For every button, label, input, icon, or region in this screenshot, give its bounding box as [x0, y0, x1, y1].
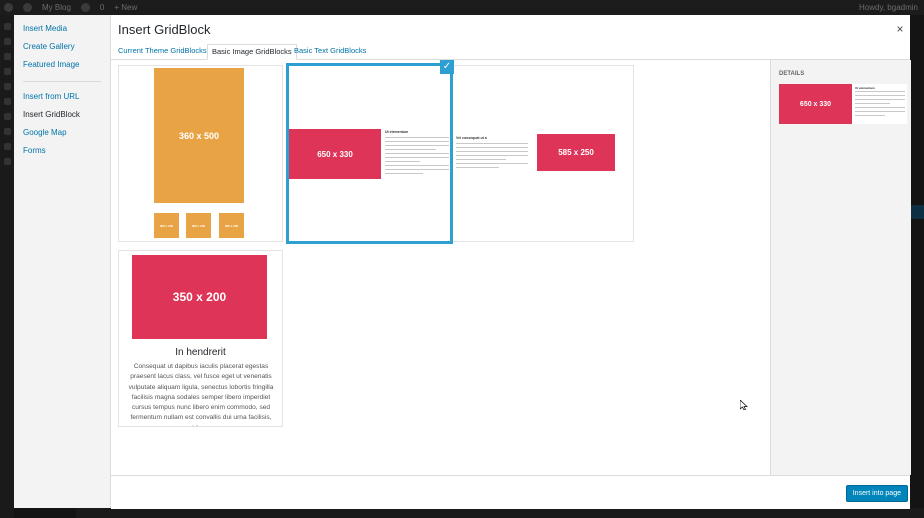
account-greeting[interactable]: Howdy, bgadmin	[859, 3, 918, 12]
plugins-icon[interactable]	[3, 113, 11, 120]
menu-insert-from-url[interactable]: Insert from URL	[14, 88, 110, 106]
details-preview: 650 x 330 Ut elementum	[779, 84, 907, 124]
menu-insert-gridblock[interactable]: Insert GridBlock	[14, 106, 110, 124]
menu-featured-image[interactable]: Featured Image	[14, 56, 110, 74]
gridblock-tile[interactable]: Vel consequat ut a 585 x 250	[449, 65, 634, 242]
thumb-placeholder: 350 x 200	[219, 213, 244, 238]
details-label: DETAILS	[779, 71, 805, 77]
text-lines	[385, 137, 449, 177]
users-icon[interactable]	[3, 128, 11, 135]
block-heading: Ut elementum	[855, 86, 875, 90]
attachment-details: DETAILS 650 x 330 Ut elementum	[770, 60, 911, 475]
block-heading: Vel consequat ut a	[456, 136, 487, 140]
insert-gridblock-modal: Insert Media Create Gallery Featured Ima…	[14, 15, 911, 509]
comments-icon[interactable]	[3, 83, 11, 90]
admin-sidebar	[0, 15, 14, 518]
wordpress-icon[interactable]	[4, 3, 13, 12]
publish-panel-stub	[910, 205, 924, 219]
image-placeholder: 585 x 250	[537, 134, 615, 171]
block-text: Consequat ut dapibus iaculis placerat eg…	[128, 363, 274, 426]
gridblock-tile[interactable]: 360 x 500 350 x 200 350 x 200 350 x 200	[118, 65, 283, 242]
appearance-icon[interactable]	[3, 98, 11, 105]
text-lines	[456, 143, 528, 171]
comments-count[interactable]: 0	[100, 3, 104, 12]
insert-into-page-button[interactable]: Insert into page	[845, 485, 908, 502]
pages-icon[interactable]	[3, 68, 11, 75]
mouse-cursor-icon	[740, 400, 748, 410]
gridblock-tabs: Current Theme GridBlocks Basic Image Gri…	[110, 44, 910, 60]
gridblock-tile-selected[interactable]: 650 x 330 Ut elementum	[286, 63, 453, 244]
checkmark-icon[interactable]: ✓	[440, 60, 454, 74]
dashboard-icon[interactable]	[3, 23, 11, 30]
gridblock-browser: 360 x 500 350 x 200 350 x 200 350 x 200 …	[111, 60, 770, 475]
menu-separator	[23, 81, 101, 82]
menu-forms[interactable]: Forms	[14, 142, 110, 160]
thumb-placeholder: 350 x 200	[154, 213, 179, 238]
media-menu: Insert Media Create Gallery Featured Ima…	[14, 15, 111, 508]
menu-google-map[interactable]: Google Map	[14, 124, 110, 142]
posts-icon[interactable]	[3, 38, 11, 45]
tab-current-theme-gridblocks[interactable]: Current Theme GridBlocks	[114, 44, 211, 58]
tools-icon[interactable]	[3, 143, 11, 150]
tab-basic-text-gridblocks[interactable]: Basic Text GridBlocks	[290, 44, 370, 58]
thumb-placeholder: 350 x 200	[186, 213, 211, 238]
gridblock-tile[interactable]: 350 x 200 In hendrerit Consequat ut dapi…	[118, 250, 283, 427]
menu-insert-media[interactable]: Insert Media	[14, 20, 110, 38]
image-placeholder: 650 x 330	[289, 129, 381, 179]
image-placeholder: 650 x 330	[779, 84, 852, 124]
home-icon	[23, 3, 32, 12]
modal-title: Insert GridBlock	[118, 22, 211, 37]
comments-icon	[80, 3, 90, 12]
image-placeholder: 350 x 200	[132, 255, 267, 339]
block-heading: In hendrerit	[175, 347, 226, 358]
editor-bottom-bar	[76, 508, 924, 518]
wp-admin-bar: My Blog 0 + New Howdy, bgadmin	[0, 0, 924, 15]
modal-toolbar: Insert into page	[111, 475, 910, 509]
new-content-link[interactable]: + New	[114, 3, 137, 12]
image-placeholder: 360 x 500	[154, 68, 244, 203]
text-lines	[855, 91, 905, 119]
block-heading: Ut elementum	[385, 130, 409, 134]
close-icon[interactable]: ×	[894, 22, 906, 36]
media-icon[interactable]	[3, 53, 11, 60]
settings-icon[interactable]	[3, 158, 11, 165]
site-name-link[interactable]: My Blog	[42, 3, 71, 12]
menu-create-gallery[interactable]: Create Gallery	[14, 38, 110, 56]
tab-basic-image-gridblocks[interactable]: Basic Image GridBlocks	[207, 44, 297, 60]
